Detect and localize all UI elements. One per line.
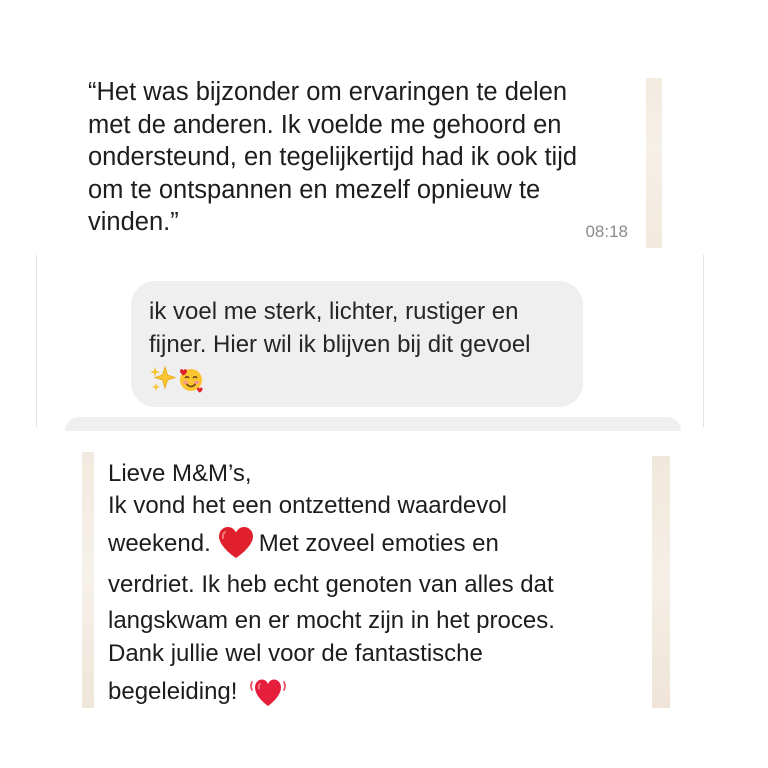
testimonial-collage: “Het was bijzonder om ervaringen te dele… [0,0,768,768]
smiling-face-with-hearts-icon [177,365,205,393]
message-line: weekend. Met zoveel emoties en [108,522,640,566]
message-line: verdriet. Ik heb echt genoten van alles … [108,571,554,598]
next-message-bubble-edge [65,417,681,431]
chat-wallpaper [652,456,670,708]
message-bubble[interactable]: Lieve M&M’s, Ik vond het een ontzettend … [94,452,652,708]
message-bubble[interactable]: ik voel me sterk, lichter, rustiger en f… [131,281,583,407]
message-bubble[interactable]: “Het was bijzonder om ervaringen te dele… [70,70,646,248]
message-line: ik voel me sterk, lichter, rustiger en [149,298,519,325]
beating-heart-icon [249,673,287,709]
message-emoji-line [149,361,565,394]
chat-wallpaper [82,452,94,708]
message-line-part: begeleiding! [108,678,238,705]
message-text: “Het was bijzonder om ervaringen te dele… [88,78,578,236]
chat-screenshot-2: ik voel me sterk, lichter, rustiger en f… [36,255,704,431]
message-timestamp: 08:18 [585,222,628,241]
chat-wallpaper [646,78,662,248]
message-line: fijner. Hier wil ik blijven bij dit gevo… [149,331,531,358]
message-line: Lieve M&M’s, [108,460,252,487]
message-line: Dank jullie wel voor de fantastische [108,640,483,667]
message-line-part: weekend. [108,530,211,557]
message-line: Ik vond het een ontzettend waardevol [108,492,507,519]
red-heart-icon [217,526,255,560]
chat-screenshot-1: “Het was bijzonder om ervaringen te dele… [70,70,662,248]
sparkles-icon [149,365,177,393]
chat-screenshot-3: Lieve M&M’s, Ik vond het een ontzettend … [82,452,670,708]
message-line-part: Met zoveel emoties en [258,530,499,557]
message-line: begeleiding! [108,670,640,714]
message-line: langskwam en er mocht zijn in het proces… [108,607,555,634]
